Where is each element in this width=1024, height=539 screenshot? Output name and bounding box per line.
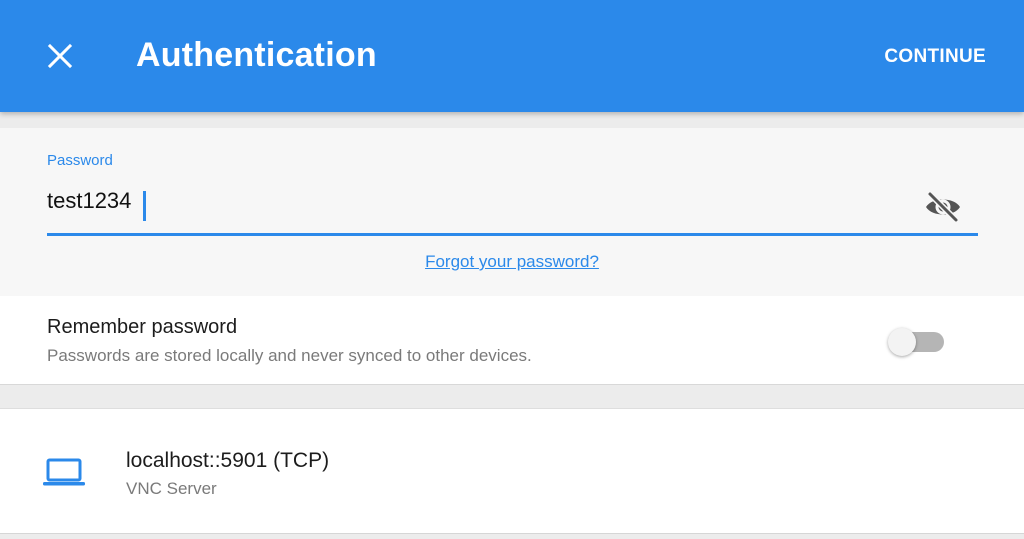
password-field-underline: [47, 233, 978, 236]
remember-password-toggle[interactable]: [888, 328, 946, 356]
server-type: VNC Server: [126, 479, 217, 498]
password-label: Password: [47, 152, 113, 169]
server-address: localhost::5901 (TCP): [126, 449, 330, 472]
close-button[interactable]: [44, 40, 76, 72]
password-field[interactable]: [47, 188, 907, 214]
laptop-icon: [43, 458, 85, 486]
text-cursor: [143, 191, 146, 221]
remember-password-row: Remember password Passwords are stored l…: [0, 296, 1024, 385]
server-info-row: localhost::5901 (TCP) VNC Server: [0, 408, 1024, 534]
eye-off-icon: [926, 191, 960, 223]
toggle-thumb: [888, 328, 916, 356]
forgot-password-link[interactable]: Forgot your password?: [425, 252, 599, 271]
close-icon: [47, 43, 73, 69]
remember-password-description: Passwords are stored locally and never s…: [47, 346, 532, 365]
page-title: Authentication: [136, 36, 377, 74]
forgot-password-row: Forgot your password?: [0, 252, 1024, 272]
remember-password-label: Remember password: [47, 316, 238, 338]
password-section: Password Forgot your password?: [0, 128, 1024, 296]
toggle-password-visibility-button[interactable]: [922, 190, 964, 224]
app-bar: Authentication CONTINUE: [0, 0, 1024, 112]
continue-button[interactable]: CONTINUE: [884, 46, 986, 68]
